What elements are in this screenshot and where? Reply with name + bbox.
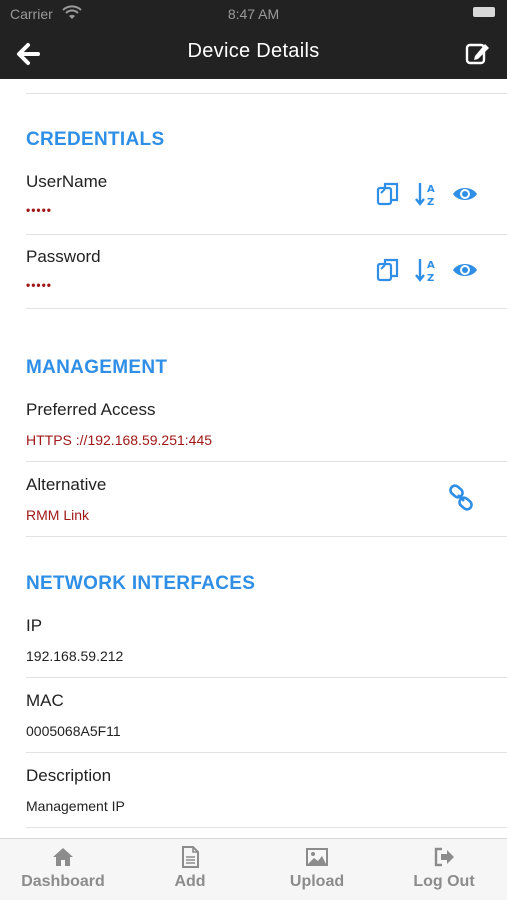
eye-icon[interactable] <box>451 256 479 284</box>
divider <box>26 827 507 828</box>
svg-text:A: A <box>427 260 435 271</box>
page-title: Device Details <box>187 40 320 62</box>
tab-upload[interactable]: Upload <box>254 845 380 891</box>
tab-label: Dashboard <box>21 873 105 890</box>
divider <box>26 308 507 309</box>
nav-bar: Device Details <box>0 28 507 79</box>
top-bar: Carrier 8:47 AM Device Details <box>0 0 507 79</box>
description-label: Description <box>26 766 112 785</box>
device-details-content[interactable]: CREDENTIALS UserName ••••• A Z Password … <box>0 79 507 839</box>
mac-label: MAC <box>26 691 64 710</box>
mac-value: 0005068A5F11 <box>26 723 121 739</box>
username-label: UserName <box>26 172 108 191</box>
tab-label: Log Out <box>413 873 475 890</box>
description-value: Management IP <box>26 798 125 814</box>
copy-icon[interactable] <box>375 180 403 208</box>
alternative-link[interactable]: RMM Link <box>26 507 89 523</box>
ip-value: 192.168.59.212 <box>26 648 124 664</box>
divider <box>26 536 507 537</box>
ip-label: IP <box>26 616 43 635</box>
eye-icon[interactable] <box>451 180 479 208</box>
password-label: Password <box>26 247 101 266</box>
svg-text:Z: Z <box>427 197 434 208</box>
home-icon <box>53 848 73 866</box>
tab-label: Upload <box>289 873 345 890</box>
status-time: 8:47 AM <box>227 6 280 22</box>
username-value: ••••• <box>26 203 53 217</box>
sort-alpha-icon[interactable]: A Z <box>413 256 441 284</box>
divider <box>26 461 507 462</box>
tab-bar: Dashboard Add Upload Log Out <box>0 838 507 900</box>
credentials-section-title: CREDENTIALS <box>26 129 165 150</box>
tab-logout[interactable]: Log Out <box>381 845 507 891</box>
image-icon <box>306 848 328 866</box>
svg-text:Z: Z <box>427 273 434 284</box>
alternative-label: Alternative <box>26 475 107 494</box>
network-section-title: NETWORK INTERFACES <box>26 573 256 594</box>
logout-icon <box>434 847 454 867</box>
edit-icon[interactable] <box>465 40 491 66</box>
tab-dashboard[interactable]: Dashboard <box>0 845 126 891</box>
battery-icon <box>473 7 495 17</box>
username-actions: A Z <box>375 180 479 208</box>
tab-label: Add <box>174 873 206 890</box>
divider <box>26 93 507 94</box>
management-section-title: MANAGEMENT <box>26 357 168 378</box>
copy-icon[interactable] <box>375 256 403 284</box>
divider <box>26 677 507 678</box>
preferred-access-link[interactable]: HTTPS ://192.168.59.251:445 <box>26 432 212 448</box>
preferred-access-label: Preferred Access <box>26 400 156 419</box>
divider <box>26 752 507 753</box>
sort-alpha-icon[interactable]: A Z <box>413 180 441 208</box>
password-value: ••••• <box>26 278 53 292</box>
divider <box>26 234 507 235</box>
document-icon <box>182 846 199 868</box>
svg-text:A: A <box>427 184 435 195</box>
password-actions: A Z <box>375 256 479 284</box>
tab-add[interactable]: Add <box>127 845 253 891</box>
status-bar: Carrier 8:47 AM <box>0 0 507 28</box>
link-icon[interactable] <box>447 484 475 512</box>
